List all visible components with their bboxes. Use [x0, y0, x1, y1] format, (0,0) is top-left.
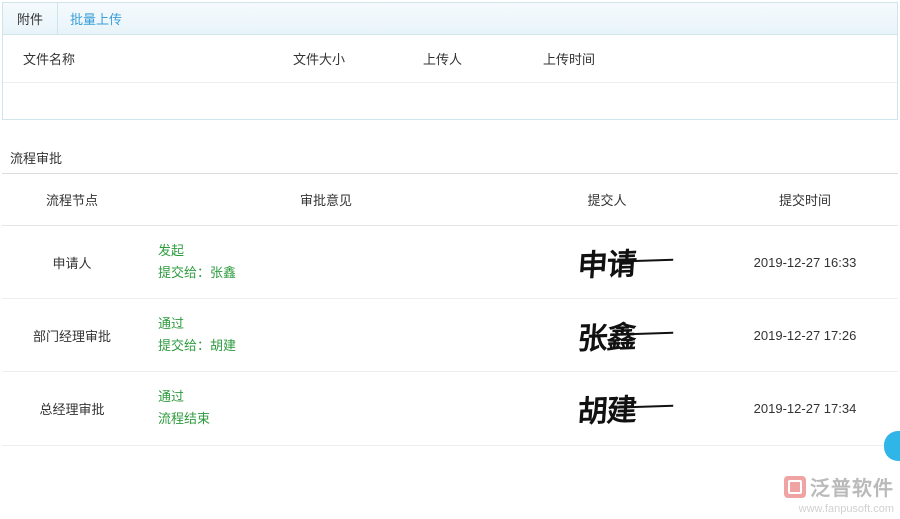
approval-row: 总经理审批 通过 流程结束 胡建 2019-12-27 17:34: [2, 372, 898, 445]
signature-cell: 申请: [502, 226, 712, 299]
col-action-2: [773, 35, 897, 82]
col-action-1: [693, 35, 773, 82]
attachments-header: 附件 批量上传: [3, 3, 897, 35]
col-uploader: 上传人: [413, 35, 533, 82]
signature-image: 张鑫: [576, 312, 637, 358]
bulk-upload-button[interactable]: 批量上传: [58, 3, 134, 34]
approval-section-title: 流程审批: [2, 140, 898, 174]
status-text: 通过: [158, 386, 494, 408]
col-submitter: 提交人: [502, 174, 712, 226]
node-label: 总经理审批: [2, 372, 142, 445]
submit-time: 2019-12-27 17:26: [712, 299, 898, 372]
submit-time: 2019-12-27 16:33: [712, 226, 898, 299]
attachments-empty-body: [3, 83, 897, 119]
opinion-cell: 通过 流程结束: [142, 372, 502, 445]
submit-to-line: 提交给：胡建: [158, 335, 494, 357]
signature-cell: 张鑫: [502, 299, 712, 372]
col-node: 流程节点: [2, 174, 142, 226]
signature-cell: 胡建: [502, 372, 712, 445]
submit-time: 2019-12-27 17:34: [712, 372, 898, 445]
watermark-brand: 泛普软件: [810, 472, 894, 501]
attachments-panel: 附件 批量上传 文件名称 文件大小 上传人 上传时间: [2, 2, 898, 120]
attachments-table: 文件名称 文件大小 上传人 上传时间: [3, 35, 897, 119]
status-text: 通过: [158, 313, 494, 335]
status-text: 发起: [158, 240, 494, 262]
watermark-logo-icon: [784, 476, 806, 498]
submit-to-prefix: 提交给：: [158, 338, 210, 353]
opinion-cell: 通过 提交给：胡建: [142, 299, 502, 372]
approval-row: 申请人 发起 提交给：张鑫 申请 2019-12-27 16:33: [2, 226, 898, 299]
col-upload-time: 上传时间: [533, 35, 693, 82]
signature-image: 胡建: [576, 385, 637, 431]
col-filename: 文件名称: [3, 35, 283, 82]
approval-row: 部门经理审批 通过 提交给：胡建 张鑫 2019-12-27 17:26: [2, 299, 898, 372]
submit-to-prefix: 提交给：: [158, 265, 210, 280]
approval-header-row: 流程节点 审批意见 提交人 提交时间: [2, 174, 898, 226]
attachments-tab[interactable]: 附件: [3, 3, 58, 34]
col-opinion: 审批意见: [142, 174, 502, 226]
signature-image: 申请: [576, 239, 637, 285]
submit-to-name: 张鑫: [210, 265, 236, 280]
col-filesize: 文件大小: [283, 35, 413, 82]
opinion-cell: 发起 提交给：张鑫: [142, 226, 502, 299]
side-handle[interactable]: [884, 431, 900, 461]
end-text: 流程结束: [158, 408, 494, 430]
submit-to-name: 胡建: [210, 338, 236, 353]
submit-to-line: 提交给：张鑫: [158, 262, 494, 284]
watermark-url: www.fanpusoft.com: [784, 503, 894, 515]
node-label: 申请人: [2, 226, 142, 299]
watermark: 泛普软件 www.fanpusoft.com: [784, 472, 894, 515]
node-label: 部门经理审批: [2, 299, 142, 372]
attachments-table-header: 文件名称 文件大小 上传人 上传时间: [3, 35, 897, 83]
approval-table: 流程节点 审批意见 提交人 提交时间 申请人 发起 提交给：张鑫 申请 2019…: [2, 174, 898, 446]
col-submit-time: 提交时间: [712, 174, 898, 226]
